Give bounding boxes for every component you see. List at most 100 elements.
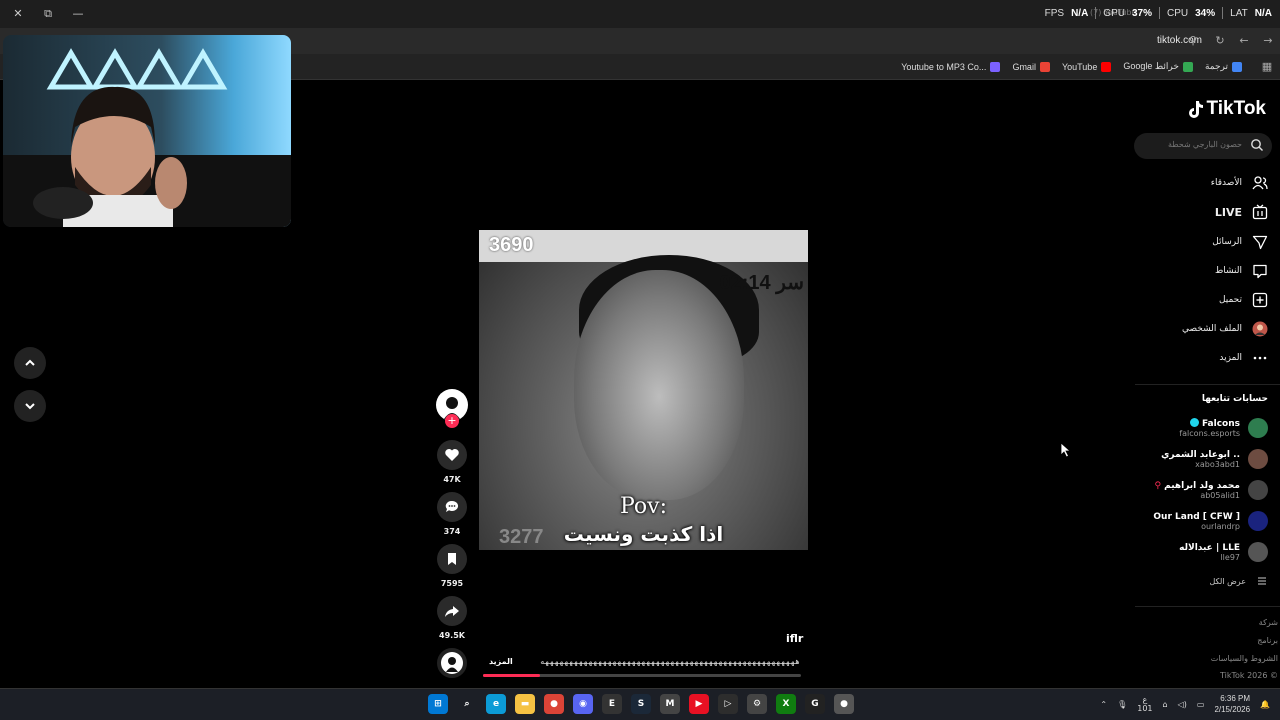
like-action[interactable]: 47K — [436, 440, 468, 484]
description-more-button[interactable]: المزيد — [489, 657, 513, 666]
chrome-active-icon[interactable]: ● — [834, 694, 854, 714]
webcam-scene — [3, 48, 291, 227]
system-tray: ⌃ 🎙 ع 101 ⌂ ◁) ▭ 6:36 PM 2/15/2026 🔔 — [1100, 693, 1270, 715]
account-name: محمد ولد ابراهيم — [1164, 480, 1240, 491]
file-explorer-icon[interactable]: ▬ — [515, 694, 535, 714]
reload-icon[interactable]: ↻ — [1213, 34, 1227, 48]
apps-grid-icon[interactable]: ▦ — [1260, 60, 1274, 74]
app-icon[interactable]: M — [660, 694, 680, 714]
media-player-icon[interactable]: ▶ — [689, 694, 709, 714]
nav-label: الأصدقاء — [1210, 178, 1242, 188]
xbox-icon[interactable]: X — [776, 694, 796, 714]
bookmark-label: Youtube to MP3 Co... — [901, 61, 987, 72]
bookmark-label: Gmail — [1012, 61, 1036, 72]
footer-company-link[interactable]: شركة — [1259, 618, 1278, 627]
cpu-label: CPU — [1167, 7, 1189, 19]
performance-overlay: FPS N/A GPU 37% CPU 34% LAT N/A — [1044, 7, 1272, 19]
close-icon[interactable]: ✕ — [10, 6, 26, 22]
video-author[interactable]: iflr — [786, 632, 803, 645]
settings-icon[interactable]: ⚙ — [747, 694, 767, 714]
bookmark-label: Google خرائط — [1123, 61, 1179, 71]
share-action[interactable]: 49.5K — [436, 596, 468, 640]
account-handle: ourlandrp — [1201, 521, 1240, 531]
video-player[interactable]: 3690 02:14 سر 3277 Pov: اذا كذبت ونسيت — [479, 230, 808, 550]
notification-icon[interactable]: 🔔 — [1260, 700, 1270, 709]
following-account[interactable]: ⚲ محمد ولد ابراهيم ab05alid1 — [1155, 480, 1268, 500]
clock-date: 2/15/2026 — [1214, 705, 1251, 714]
terminal-icon[interactable]: ▷ — [718, 694, 738, 714]
previous-video-button[interactable] — [14, 347, 46, 379]
microphone-icon[interactable]: 🎙 — [1117, 700, 1127, 709]
search-box[interactable] — [1134, 133, 1272, 159]
following-account[interactable]: ابوعابد الشمري .. xabo3abd1 — [1161, 449, 1268, 469]
save-action[interactable]: 7595 — [436, 544, 468, 588]
restore-icon[interactable]: ⧉ — [40, 6, 56, 22]
footer-program-link[interactable]: برنامج — [1257, 636, 1278, 645]
back-icon[interactable]: ← — [1237, 34, 1251, 48]
video-progress-fill — [483, 674, 541, 677]
volume-icon[interactable]: ◁) — [1178, 700, 1187, 709]
chevron-up-icon — [25, 359, 35, 366]
video-caption-line2: اذا كذبت ونسيت — [563, 522, 724, 546]
discord-icon[interactable]: ◉ — [573, 694, 593, 714]
like-button[interactable] — [437, 440, 467, 470]
footer-terms-link[interactable]: الشروط والسياسات — [1211, 654, 1278, 663]
bookmark-gmail[interactable]: Gmail — [1012, 61, 1050, 72]
webcam-overlay — [3, 35, 291, 227]
epic-games-icon[interactable]: E — [602, 694, 622, 714]
nav-more[interactable]: المزيد — [1219, 350, 1268, 366]
gpu-label: GPU — [1103, 7, 1125, 19]
tiktok-logo-text: TikTok — [1206, 98, 1266, 119]
video-caption-line1: Pov: — [620, 494, 667, 519]
forward-icon[interactable]: → — [1261, 34, 1275, 48]
video-description: هههههههههههههههههههههههههههههههههههههههه… — [539, 657, 800, 666]
next-video-button[interactable] — [14, 390, 46, 422]
network-icon[interactable]: ⌂ — [1163, 700, 1168, 709]
comment-icon — [445, 500, 459, 512]
nav-messages[interactable]: الرسائل — [1212, 234, 1268, 250]
nav-profile[interactable]: الملف الشخصي — [1182, 321, 1268, 337]
bookmark-youtube[interactable]: YouTube — [1062, 61, 1112, 72]
music-disc[interactable] — [437, 648, 467, 678]
nav-live[interactable]: LIVE — [1215, 204, 1268, 220]
account-handle: xabo3abd1 — [1195, 459, 1240, 469]
save-button[interactable] — [437, 544, 467, 574]
search-icon[interactable] — [1250, 138, 1264, 152]
see-all-button[interactable]: عرض الكل — [1209, 575, 1268, 587]
nav-activity[interactable]: النشاط — [1215, 263, 1268, 279]
bookmark-translate[interactable]: ترجمة — [1205, 61, 1242, 72]
edge-icon[interactable]: e — [486, 694, 506, 714]
share-button[interactable] — [437, 596, 467, 626]
steam-icon[interactable]: S — [631, 694, 651, 714]
search-input[interactable] — [1152, 140, 1242, 149]
tiktok-logo[interactable]: TikTok — [1185, 98, 1266, 120]
windows-taskbar: ⊞ ⌕ e ▬ ● ◉ E S M ▶ ▷ ⚙ X G ● ⌃ 🎙 ع 101 ⌂ ◁) ▭ 6:36 PM… — [0, 688, 1280, 720]
chevron-up-icon[interactable]: ⌃ — [1100, 700, 1107, 709]
nav-upload[interactable]: تحميل — [1219, 292, 1268, 308]
heart-icon — [445, 449, 459, 461]
clock[interactable]: 6:36 PM 2/15/2026 — [1214, 693, 1250, 715]
following-account[interactable]: Falcons falcons.esports — [1179, 418, 1268, 438]
chrome-icon[interactable]: ● — [544, 694, 564, 714]
bookmark-maps[interactable]: Google خرائط — [1123, 61, 1193, 72]
site-settings-icon[interactable]: ⚲ — [1186, 34, 1200, 48]
footer-copyright: TikTok 2026 © — [1220, 671, 1278, 680]
converter-icon — [990, 61, 1001, 72]
account-name: Falcons — [1201, 419, 1240, 429]
nav-friends[interactable]: الأصدقاء — [1211, 175, 1268, 191]
following-account[interactable]: Our Land [ CFW ] ourlandrp — [1153, 511, 1268, 531]
app2-icon[interactable]: G — [805, 694, 825, 714]
start-icon[interactable]: ⊞ — [428, 694, 448, 714]
comment-action[interactable]: 374 — [436, 492, 468, 536]
share-arrow-icon — [445, 606, 459, 617]
comment-button[interactable] — [437, 492, 467, 522]
minimize-icon[interactable]: — — [70, 6, 86, 22]
language-indicator[interactable]: ع 101 — [1137, 695, 1152, 713]
nav-label: الملف الشخصي — [1182, 324, 1242, 334]
following-account[interactable]: عبدالاله | LLE lle97 — [1179, 542, 1268, 562]
search-icon[interactable]: ⌕ — [457, 694, 477, 714]
follow-plus-icon[interactable]: + — [445, 414, 459, 428]
battery-icon[interactable]: ▭ — [1197, 700, 1205, 709]
share-count: 49.5K — [439, 631, 465, 640]
bookmark-yt-mp3[interactable]: Youtube to MP3 Co... — [901, 61, 1001, 72]
